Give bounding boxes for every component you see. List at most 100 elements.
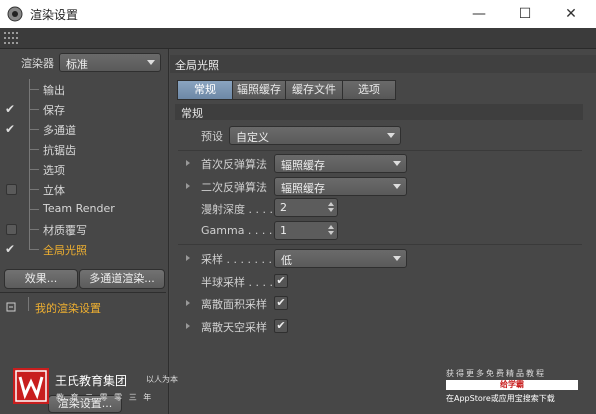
effects-button[interactable]: 效果... bbox=[4, 269, 78, 289]
expand-arrow-icon[interactable] bbox=[186, 255, 190, 261]
tree-branch bbox=[29, 229, 39, 230]
tree-item-label: 多通道 bbox=[43, 124, 76, 137]
tree-item-global-illumination[interactable]: ✔ 全局光照 bbox=[0, 239, 166, 259]
checkmark-icon[interactable]: ✔ bbox=[5, 123, 17, 135]
brand-logo bbox=[13, 368, 49, 404]
preset-dropdown[interactable]: 自定义 bbox=[229, 126, 401, 145]
diffuse-depth-value: 2 bbox=[280, 201, 287, 214]
checkmark-icon[interactable] bbox=[5, 83, 17, 95]
checkmark-icon[interactable]: ✔ bbox=[5, 103, 17, 115]
render-setting-item[interactable]: 我的渲染设置 bbox=[0, 297, 166, 317]
tree-item-label: 选项 bbox=[43, 164, 65, 177]
chevron-down-icon bbox=[393, 161, 401, 166]
tree-branch bbox=[29, 169, 39, 170]
checkmark-icon[interactable] bbox=[5, 203, 17, 215]
discrete-sky-sampling-checkbox[interactable]: ✔ bbox=[274, 319, 288, 333]
secondary-method-value: 辐照缓存 bbox=[281, 182, 325, 195]
watermark-app-name: 给学霸 bbox=[446, 380, 578, 390]
tree-branch bbox=[29, 149, 39, 150]
brand-name: 王氏教育集团 bbox=[55, 374, 128, 388]
tree-line bbox=[29, 239, 30, 249]
renderer-label: 渲染器 bbox=[21, 57, 54, 70]
title-bar: 渲染设置 — ☐ ✕ bbox=[0, 0, 596, 28]
grip-icon[interactable] bbox=[4, 32, 18, 44]
tree-item-label: 材质覆写 bbox=[43, 224, 87, 237]
brand-subtitle: 教 育 二 零 零 三 年 bbox=[56, 393, 154, 402]
tree-item-team-render[interactable]: Team Render bbox=[0, 199, 166, 219]
renderer-dropdown[interactable]: 标准 bbox=[59, 53, 161, 72]
expand-arrow-icon[interactable] bbox=[186, 323, 190, 329]
tree-item-label: 保存 bbox=[43, 104, 65, 117]
gamma-stepper[interactable]: 1 bbox=[274, 221, 338, 240]
expand-arrow-icon[interactable] bbox=[186, 183, 190, 189]
gamma-value: 1 bbox=[280, 224, 287, 237]
tree-item-output[interactable]: 输出 bbox=[0, 79, 166, 99]
hemisphere-sampling-label: 半球采样 . . . . bbox=[201, 276, 273, 289]
primary-method-value: 辐照缓存 bbox=[281, 159, 325, 172]
secondary-method-label: 二次反弹算法 bbox=[201, 181, 267, 194]
tree-item-label: 抗锯齿 bbox=[43, 144, 76, 157]
tab-general[interactable]: 常规 bbox=[177, 80, 233, 100]
tree-item-label: Team Render bbox=[43, 202, 115, 215]
gi-settings-panel: 全局光照 常规 辐照缓存 缓存文件 选项 常规 预设 自定义 首次反弹算法 辐照… bbox=[170, 49, 596, 414]
tree-item-label: 立体 bbox=[43, 184, 65, 197]
expand-arrow-icon[interactable] bbox=[186, 300, 190, 306]
primary-method-dropdown[interactable]: 辐照缓存 bbox=[274, 154, 407, 173]
tree-branch bbox=[29, 189, 39, 190]
checkmark-icon[interactable]: ✔ bbox=[5, 243, 17, 255]
sampling-dropdown[interactable]: 低 bbox=[274, 249, 407, 268]
stepper-arrows-icon[interactable] bbox=[328, 224, 334, 236]
watermark-top-text: 获得更多免费精品教程 bbox=[446, 369, 546, 378]
brand-logo-mark-icon bbox=[15, 370, 47, 402]
settings-sidebar: 渲染器 标准 输出 ✔ 保存 ✔ 多通道 抗锯齿 选项 立体 Team Rend… bbox=[0, 49, 169, 414]
maximize-button[interactable]: ☐ bbox=[502, 0, 548, 28]
tree-item-material-override[interactable]: 材质覆写 bbox=[0, 219, 166, 239]
tree-item-stereo[interactable]: 立体 bbox=[0, 179, 166, 199]
checkmark-icon[interactable] bbox=[5, 163, 17, 175]
renderer-row: 渲染器 标准 bbox=[0, 51, 168, 73]
tab-cache-file[interactable]: 缓存文件 bbox=[285, 80, 343, 100]
renderer-value: 标准 bbox=[66, 58, 88, 71]
diffuse-depth-label: 漫射深度 . . . . bbox=[201, 203, 273, 216]
tree-branch bbox=[29, 109, 39, 110]
divider bbox=[0, 292, 166, 293]
watermark-download-text: 在AppStore或应用宝搜索下载 bbox=[446, 394, 555, 403]
secondary-method-dropdown[interactable]: 辐照缓存 bbox=[274, 177, 407, 196]
gamma-label: Gamma . . . . bbox=[201, 224, 273, 237]
expand-arrow-icon[interactable] bbox=[186, 160, 190, 166]
tree-item-antialiasing[interactable]: 抗锯齿 bbox=[0, 139, 166, 159]
panel-header: 全局光照 bbox=[170, 55, 596, 73]
render-setting-name: 我的渲染设置 bbox=[35, 302, 101, 315]
tab-options[interactable]: 选项 bbox=[342, 80, 396, 100]
sampling-value: 低 bbox=[281, 254, 292, 267]
checkbox-empty[interactable] bbox=[6, 224, 17, 235]
multipass-render-button[interactable]: 多通道渲染... bbox=[79, 269, 165, 289]
divider bbox=[178, 244, 582, 245]
checkbox-empty[interactable] bbox=[6, 184, 17, 195]
tool-strip bbox=[0, 28, 596, 49]
stepper-arrows-icon[interactable] bbox=[328, 201, 334, 213]
tab-irradiance-cache[interactable]: 辐照缓存 bbox=[232, 80, 286, 100]
checkmark-icon[interactable] bbox=[5, 143, 17, 155]
tree-item-multipass[interactable]: ✔ 多通道 bbox=[0, 119, 166, 139]
section-general: 常规 bbox=[175, 104, 583, 120]
close-button[interactable]: ✕ bbox=[548, 0, 594, 28]
tree-item-options[interactable]: 选项 bbox=[0, 159, 166, 179]
tree-item-save[interactable]: ✔ 保存 bbox=[0, 99, 166, 119]
diffuse-depth-stepper[interactable]: 2 bbox=[274, 198, 338, 217]
window-title: 渲染设置 bbox=[30, 8, 79, 22]
discrete-area-sampling-checkbox[interactable]: ✔ bbox=[274, 296, 288, 310]
chevron-down-icon bbox=[393, 184, 401, 189]
tree-branch bbox=[29, 129, 39, 130]
minimize-button[interactable]: — bbox=[456, 0, 502, 28]
tree-line bbox=[28, 297, 29, 311]
tree-item-label: 全局光照 bbox=[43, 244, 87, 257]
hemisphere-sampling-checkbox[interactable]: ✔ bbox=[274, 274, 288, 288]
tree-branch bbox=[29, 209, 39, 210]
chevron-down-icon bbox=[393, 256, 401, 261]
chevron-down-icon bbox=[387, 133, 395, 138]
chevron-down-icon bbox=[147, 60, 155, 65]
discrete-sky-sampling-label: 离散天空采样 bbox=[201, 321, 267, 334]
tree-branch bbox=[29, 89, 39, 90]
discrete-area-sampling-label: 离散面积采样 bbox=[201, 298, 267, 311]
